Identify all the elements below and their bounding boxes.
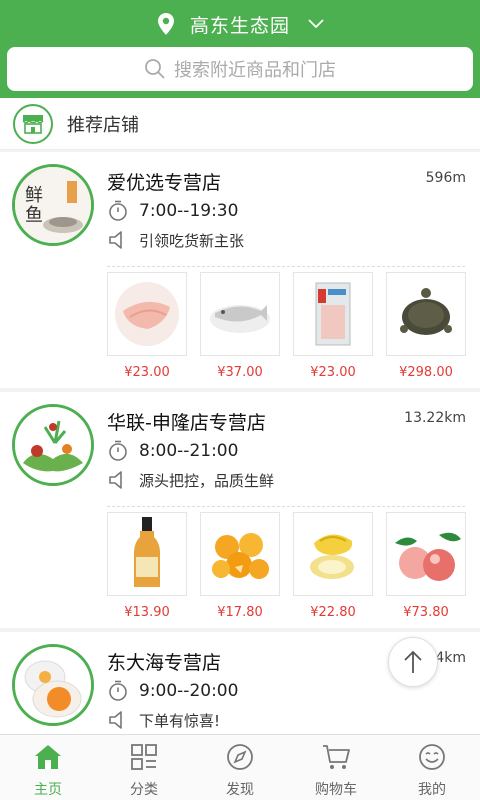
- tab-label: 我的: [418, 782, 446, 798]
- section-header: 推荐店铺: [0, 98, 480, 150]
- product-image: [107, 512, 187, 596]
- back-to-top-button[interactable]: [388, 637, 438, 687]
- product-price: ¥23.00: [124, 365, 170, 380]
- product-item[interactable]: ¥13.90: [107, 512, 187, 620]
- product-price: ¥13.90: [124, 605, 170, 620]
- store-hours-row: 7:00--19:30: [107, 198, 238, 224]
- product-price: ¥73.80: [403, 605, 449, 620]
- tab-label: 主页: [34, 782, 62, 798]
- compass-icon: [227, 744, 253, 770]
- cart-icon: [323, 745, 350, 769]
- profile-icon: [419, 744, 445, 770]
- store-slogan-row: 源头把控，品质生鲜: [107, 468, 274, 492]
- product-price: ¥23.00: [310, 365, 356, 380]
- store-slogan-row: 引领吃货新主张: [107, 228, 244, 252]
- search-icon: [145, 59, 165, 79]
- product-item[interactable]: ¥298.00: [386, 272, 466, 380]
- store-distance: 13.22km: [404, 410, 466, 426]
- speaker-icon: [109, 471, 122, 489]
- product-image: [200, 272, 280, 356]
- product-item[interactable]: ¥23.00: [293, 272, 373, 380]
- store-name: 东大海专营店: [107, 652, 222, 674]
- svg-text:鲜: 鲜: [25, 185, 43, 206]
- store-icon: [13, 103, 53, 144]
- tab-profile[interactable]: 我的: [384, 735, 480, 800]
- store-hours: 7:00--19:30: [139, 201, 239, 221]
- section-title: 推荐店铺: [67, 114, 139, 136]
- tab-cart[interactable]: 购物车: [288, 735, 384, 800]
- tab-discover[interactable]: 发现: [192, 735, 288, 800]
- store-distance: 596m: [425, 170, 466, 186]
- store-name: 华联-申隆店专营店: [107, 412, 266, 434]
- location-pin-icon: [157, 13, 174, 35]
- speaker-icon: [109, 231, 122, 249]
- arrow-up-icon: [404, 650, 422, 673]
- store-hours-row: 9:00--20:00: [107, 678, 238, 704]
- product-item[interactable]: ¥23.00: [107, 272, 187, 380]
- tab-category[interactable]: 分类: [96, 735, 192, 800]
- product-price: ¥37.00: [217, 365, 263, 380]
- bottom-nav: 主页 分类 发现 购物车 我的: [0, 734, 480, 800]
- store-hours-row: 8:00--21:00: [107, 438, 238, 464]
- store-hours: 9:00--20:00: [139, 681, 239, 701]
- location-name: 高东生态园: [189, 14, 290, 37]
- product-image: [293, 512, 373, 596]
- category-icon: [131, 744, 157, 770]
- store-slogan-row: 下单有惊喜!: [107, 708, 220, 732]
- product-item[interactable]: ¥22.80: [293, 512, 373, 620]
- location-selector[interactable]: 高东生态园: [0, 0, 480, 48]
- product-item[interactable]: ¥37.00: [200, 272, 280, 380]
- store-avatar: [12, 404, 94, 486]
- product-price: ¥298.00: [399, 365, 453, 380]
- product-item[interactable]: ¥17.80: [200, 512, 280, 620]
- store-avatar: 鲜 鱼: [12, 164, 94, 246]
- header: 高东生态园 搜索附近商品和门店: [0, 0, 480, 98]
- store-avatar: [12, 644, 94, 726]
- product-image: [386, 272, 466, 356]
- store-card[interactable]: 华联-申隆店专营店 13.22km 8:00--21:00 源头把控，品质生鲜: [0, 392, 480, 628]
- product-image: [200, 512, 280, 596]
- dashed-divider: [107, 506, 465, 507]
- store-slogan: 引领吃货新主张: [139, 231, 245, 250]
- tab-label: 发现: [226, 782, 254, 798]
- product-image: [107, 272, 187, 356]
- chevron-down-icon: [308, 19, 324, 29]
- search-bar[interactable]: 搜索附近商品和门店: [7, 47, 473, 91]
- clock-icon: [109, 440, 127, 461]
- speaker-icon: [109, 711, 122, 729]
- product-price: ¥22.80: [310, 605, 356, 620]
- dashed-divider: [107, 266, 465, 267]
- product-image: [386, 512, 466, 596]
- clock-icon: [109, 680, 127, 701]
- store-distance: 4km: [435, 650, 466, 666]
- search-placeholder: 搜索附近商品和门店: [174, 60, 336, 81]
- product-price: ¥17.80: [217, 605, 263, 620]
- store-name: 爱优选专营店: [107, 172, 222, 194]
- store-slogan: 下单有惊喜!: [139, 711, 221, 730]
- app-screen: 高东生态园 搜索附近商品和门店 推荐店铺 鲜 鱼 爱优选专营店 596m 7:0…: [0, 0, 480, 800]
- store-slogan: 源头把控，品质生鲜: [139, 471, 275, 490]
- product-item[interactable]: ¥73.80: [386, 512, 466, 620]
- store-card[interactable]: 鲜 鱼 爱优选专营店 596m 7:00--19:30 引领吃货新主张 ¥23.…: [0, 152, 480, 388]
- clock-icon: [109, 200, 127, 221]
- tab-label: 分类: [130, 782, 158, 798]
- home-icon: [35, 745, 61, 769]
- store-hours: 8:00--21:00: [139, 441, 239, 461]
- product-image: [293, 272, 373, 356]
- tab-label: 购物车: [315, 782, 357, 798]
- svg-text:鱼: 鱼: [25, 205, 43, 226]
- tab-home[interactable]: 主页: [0, 735, 96, 800]
